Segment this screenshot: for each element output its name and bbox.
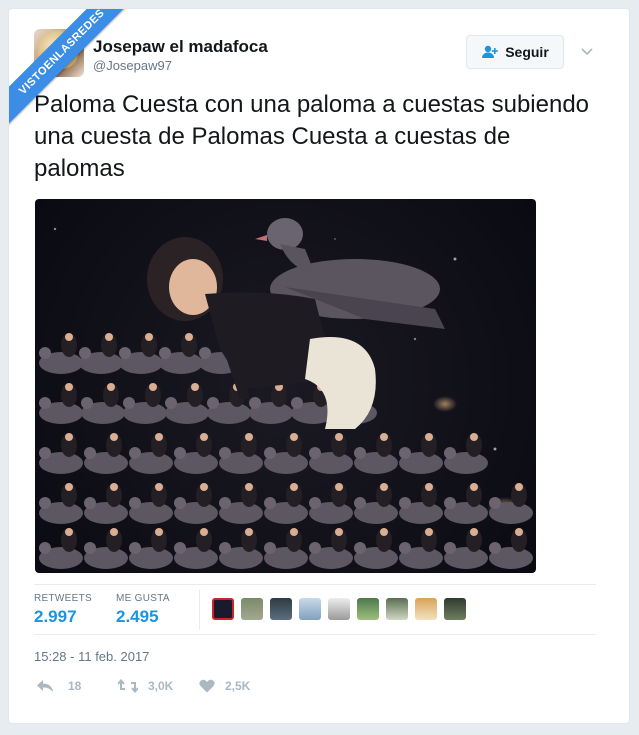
liker-avatar[interactable] <box>357 598 379 620</box>
reply-icon <box>37 680 53 692</box>
small-pigeon <box>309 528 353 569</box>
small-pigeon <box>309 433 353 474</box>
retweet-count: 3,0K <box>148 679 174 693</box>
liker-avatar[interactable] <box>386 598 408 620</box>
small-pigeon <box>165 383 209 424</box>
small-pigeon <box>489 483 533 524</box>
small-pigeon <box>309 483 353 524</box>
liker-avatar[interactable] <box>444 598 466 620</box>
small-pigeon <box>264 483 308 524</box>
retweet-icon <box>118 679 138 693</box>
small-pigeon <box>264 528 308 569</box>
follow-button[interactable]: Seguir <box>466 35 564 69</box>
retweets-label: RETWEETS <box>34 593 92 604</box>
retweets-count[interactable]: 2.997 <box>34 607 77 627</box>
small-pigeon <box>39 433 83 474</box>
small-pigeon <box>84 528 128 569</box>
watermark-text: VISTOENLASREDES <box>9 9 139 129</box>
small-pigeon <box>159 333 203 374</box>
small-pigeon <box>84 433 128 474</box>
small-pigeon <box>39 383 83 424</box>
likes-label: ME GUSTA <box>116 593 170 604</box>
small-pigeon <box>219 483 263 524</box>
like-count: 2,5K <box>225 679 251 693</box>
small-pigeon <box>354 528 398 569</box>
liker-avatar[interactable] <box>299 598 321 620</box>
add-user-icon <box>482 45 499 58</box>
small-pigeon <box>399 433 443 474</box>
small-pigeon <box>81 383 125 424</box>
small-pigeon <box>354 483 398 524</box>
small-pigeon <box>39 483 83 524</box>
small-pigeon <box>264 433 308 474</box>
divider-top <box>34 584 596 585</box>
likes-count[interactable]: 2.495 <box>116 607 159 627</box>
follow-button-label: Seguir <box>505 44 549 60</box>
tweet-timestamp[interactable]: 15:28 - 11 feb. 2017 <box>34 649 149 664</box>
small-pigeon <box>444 483 488 524</box>
chevron-down-icon[interactable] <box>580 44 594 58</box>
small-pigeon <box>119 333 163 374</box>
reply-action[interactable]: 18 <box>36 679 81 693</box>
small-pigeon <box>444 528 488 569</box>
small-pigeon <box>399 483 443 524</box>
small-pigeon <box>174 483 218 524</box>
like-action[interactable]: 2,5K <box>199 679 250 693</box>
small-pigeon <box>129 528 173 569</box>
small-pigeon <box>39 528 83 569</box>
heart-icon <box>199 679 215 693</box>
liker-avatar[interactable] <box>270 598 292 620</box>
small-pigeon <box>39 333 83 374</box>
small-pigeon <box>123 383 167 424</box>
divider-bottom <box>34 634 596 635</box>
liker-avatar[interactable] <box>328 598 350 620</box>
small-pigeon <box>249 383 293 424</box>
small-pigeon <box>444 433 488 474</box>
stats-separator <box>199 590 200 630</box>
small-pigeon <box>84 483 128 524</box>
reply-count: 18 <box>68 679 82 693</box>
liker-avatar[interactable] <box>415 598 437 620</box>
small-pigeon <box>219 433 263 474</box>
small-pigeon <box>399 528 443 569</box>
small-pigeon <box>129 433 173 474</box>
small-pigeon <box>174 528 218 569</box>
small-pigeon <box>489 528 533 569</box>
liker-avatar[interactable] <box>212 598 234 620</box>
retweet-action[interactable]: 3,0K <box>118 679 173 693</box>
watermark-ribbon: VISTOENLASREDES <box>9 9 149 149</box>
small-pigeon <box>174 433 218 474</box>
liker-avatar[interactable] <box>241 598 263 620</box>
small-pigeon <box>129 483 173 524</box>
small-pigeon <box>354 433 398 474</box>
photo-collage <box>39 218 533 569</box>
tweet-photo[interactable] <box>35 199 536 573</box>
small-pigeon <box>219 528 263 569</box>
small-pigeon <box>79 333 123 374</box>
